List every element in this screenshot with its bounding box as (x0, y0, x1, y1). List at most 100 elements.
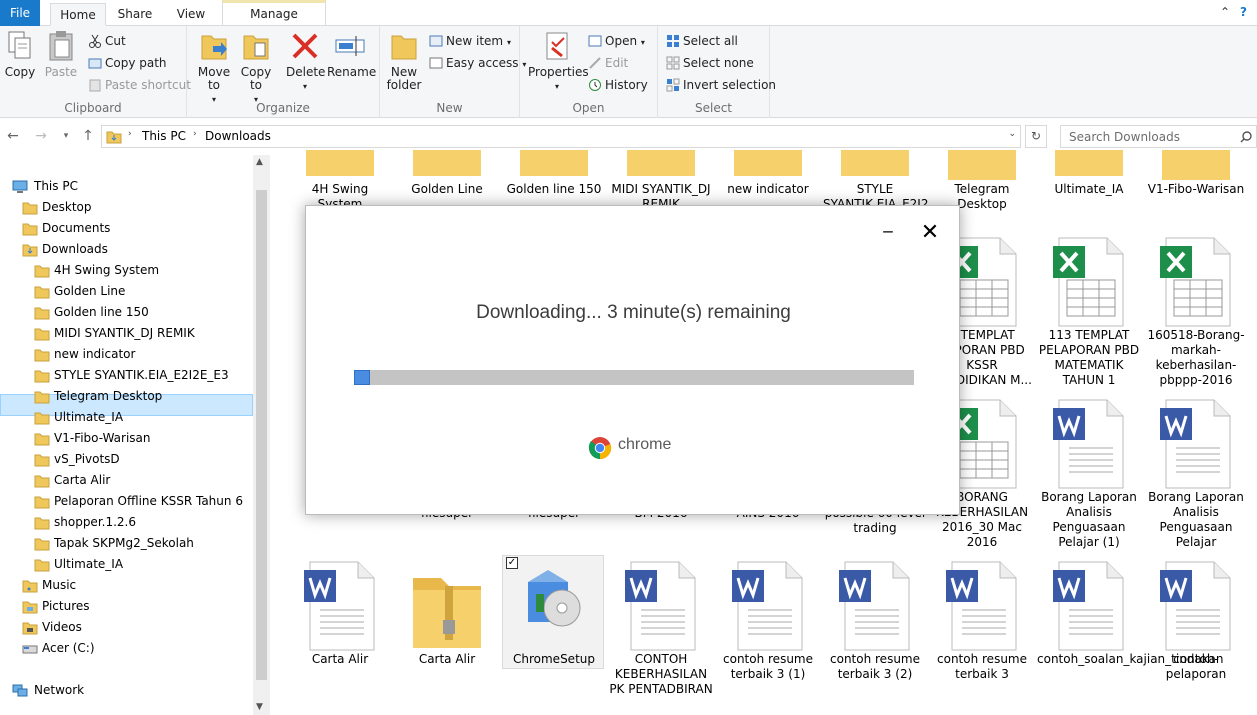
word-file-item[interactable]: CONTOH KEBERHASILAN PK PENTADBIRAN (609, 560, 713, 715)
paste-shortcut-button[interactable]: Paste shortcut (88, 75, 191, 95)
progress-fill (354, 370, 370, 385)
breadcrumb-separator: › (193, 129, 197, 139)
excel-file-icon (1160, 237, 1231, 327)
select-none-button[interactable]: Select none (666, 53, 754, 73)
scroll-down-icon[interactable]: ▼ (256, 702, 263, 712)
up-button[interactable]: ↑ (78, 126, 98, 146)
folder-icon (520, 150, 588, 176)
nav-item-label: Tapak SKPMg2_Sekolah (54, 536, 194, 550)
tab-home[interactable]: Home (50, 3, 106, 26)
videos-folder-icon (22, 622, 38, 635)
zip-folder-item[interactable]: Carta Alir (395, 560, 499, 715)
nav-item-label: Carta Alir (54, 473, 111, 487)
edit-button[interactable]: Edit (588, 53, 628, 73)
properties-button[interactable]: Properties ▾ (528, 30, 589, 93)
nav-scrollbar-thumb[interactable] (256, 190, 267, 680)
paste-button[interactable]: Paste (44, 30, 78, 79)
new-folder-button[interactable]: New folder (386, 30, 422, 92)
folder-item[interactable]: V1-Fibo-Warisan (1144, 150, 1248, 246)
delete-button[interactable]: Delete ▾ (286, 30, 325, 93)
invert-selection-button[interactable]: Invert selection (666, 75, 776, 95)
image-folder-icon (1162, 150, 1230, 180)
tab-share[interactable]: Share (109, 3, 161, 26)
address-bar[interactable]: › This PC › Downloads ⌄ (101, 125, 1021, 148)
copy-path-icon (88, 58, 102, 69)
tab-file[interactable]: File (0, 0, 40, 26)
file-name: contoh_soalan_kajian_tindakan (1037, 652, 1224, 666)
scroll-up-icon[interactable]: ▲ (256, 157, 263, 167)
address-row: ← → ▾ ↑ › This PC › Downloads ⌄ ↻ Search… (0, 122, 1257, 150)
folder-icon (734, 150, 802, 176)
folder-icon (841, 150, 909, 176)
invert-selection-icon (666, 78, 680, 92)
new-item-icon (429, 35, 443, 47)
excel-file-icon (1053, 237, 1124, 327)
new-folder-icon (391, 35, 417, 60)
word-file-item[interactable]: Carta Alir (288, 560, 392, 715)
search-placeholder: Search Downloads (1069, 130, 1180, 144)
excel-file-item[interactable]: 160518-Borang-markah-keberhasilan-pbppp-… (1144, 236, 1248, 392)
copy-button[interactable]: Copy (4, 30, 36, 79)
folder-icon (413, 150, 481, 176)
file-item[interactable]: Borang Laporan Analisis Penguasaan Pelaj… (1037, 398, 1141, 554)
computer-icon (12, 180, 28, 193)
search-icon (1240, 131, 1252, 143)
word-file-item[interactable]: contoh resume terbaik 3 (1) (716, 560, 820, 715)
file-name: new indicator (727, 182, 809, 196)
breadcrumb-this-pc[interactable]: This PC (142, 129, 186, 143)
tab-manage[interactable]: Manage (223, 3, 325, 26)
breadcrumb-downloads[interactable]: Downloads (205, 129, 271, 143)
folder-icon (34, 538, 50, 551)
file-name: Golden Line (411, 182, 483, 196)
open-button[interactable]: Open ▾ (588, 31, 645, 51)
refresh-button[interactable]: ↻ (1025, 125, 1047, 148)
new-group: New folder New item ▾ Easy access ▾ New (380, 26, 526, 118)
item-checkbox[interactable]: ✓ (506, 557, 518, 569)
minimize-button[interactable]: ‒ (878, 222, 898, 242)
paste-icon (49, 31, 73, 61)
download-progress-bar (354, 370, 914, 385)
folder-icon (1055, 150, 1123, 176)
minimize-ribbon-icon[interactable]: ⌃ (1220, 5, 1230, 19)
move-to-button[interactable]: Move to ▾ (197, 30, 231, 106)
excel-file-item[interactable]: 113 TEMPLAT PELAPORAN PBD MATEMATIK TAHU… (1037, 236, 1141, 392)
cut-button[interactable]: Cut (88, 31, 126, 51)
word-file-item[interactable]: contoh-pelaporan (1144, 560, 1248, 715)
address-dropdown-icon[interactable]: ⌄ (1008, 129, 1016, 139)
word-file-icon (625, 561, 696, 651)
folder-icon (34, 349, 50, 362)
chromesetup-file-item[interactable]: ChromeSetup (502, 560, 606, 715)
image-folder-icon (948, 150, 1016, 180)
tab-view[interactable]: View (164, 3, 218, 26)
file-name: contoh resume terbaik 3 (2) (830, 652, 920, 681)
forward-button[interactable]: → (31, 126, 51, 146)
word-file-icon (304, 561, 375, 651)
word-file-item[interactable]: contoh_soalan_kajian_tindakan (1037, 560, 1224, 715)
help-icon[interactable]: ? (1240, 5, 1247, 19)
easy-access-button[interactable]: Easy access ▾ (429, 53, 526, 73)
easy-access-icon (429, 57, 443, 69)
select-all-button[interactable]: Select all (666, 31, 738, 51)
chrome-logo: chrome (588, 436, 688, 460)
nav-item-label: vS_PivotsD (54, 452, 120, 466)
word-file-icon (839, 561, 910, 651)
file-item[interactable]: Borang Laporan Analisis Penguasaan Pelaj… (1144, 398, 1248, 554)
history-button[interactable]: History (588, 75, 648, 95)
file-name: contoh-pelaporan (1165, 652, 1227, 681)
close-button[interactable]: ✕ (918, 222, 942, 246)
recent-locations-button[interactable]: ▾ (56, 126, 76, 146)
clipboard-group-label: Clipboard (64, 101, 122, 115)
open-icon (588, 35, 602, 47)
copy-to-button[interactable]: Copy to ▾ (239, 30, 273, 106)
copy-path-button[interactable]: Copy path (88, 53, 167, 73)
breadcrumb-separator: › (128, 129, 132, 139)
search-input[interactable]: Search Downloads (1060, 125, 1257, 148)
word-file-item[interactable]: contoh resume terbaik 3 (2) (823, 560, 927, 715)
folder-icon (34, 265, 50, 278)
new-item-button[interactable]: New item ▾ (429, 31, 511, 51)
folder-item[interactable]: Ultimate_IA (1037, 150, 1141, 246)
back-button[interactable]: ← (3, 126, 23, 146)
rename-button[interactable]: Rename (327, 30, 376, 79)
nav-item-label: new indicator (54, 347, 136, 361)
word-file-item[interactable]: contoh resume terbaik 3 (930, 560, 1034, 715)
